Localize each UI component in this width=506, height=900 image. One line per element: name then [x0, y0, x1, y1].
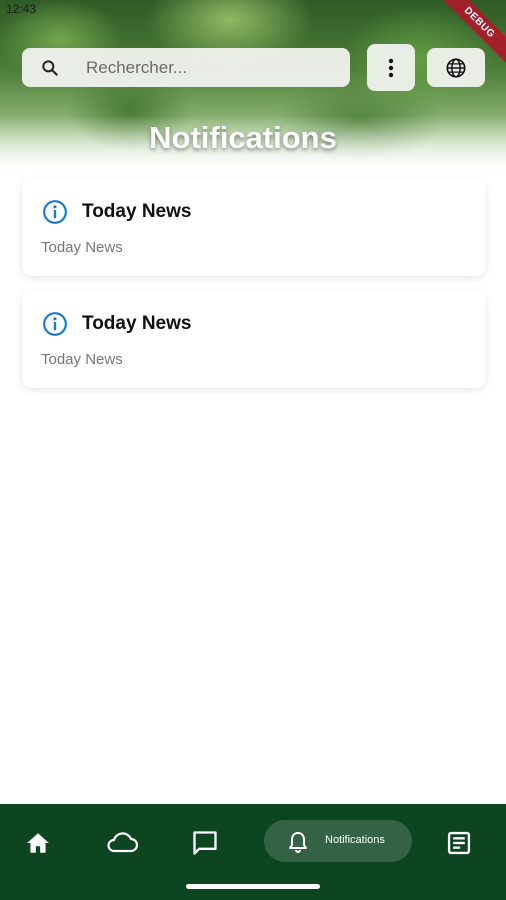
bell-icon: [289, 832, 307, 853]
nav-notifications[interactable]: Notifications: [264, 820, 412, 862]
search-bar[interactable]: [22, 48, 350, 87]
notification-title: Today News: [82, 313, 192, 334]
cloud-icon: [107, 832, 139, 853]
info-icon: [43, 200, 67, 224]
nav-weather[interactable]: [100, 822, 144, 864]
bottom-navigation: Notifications: [0, 804, 506, 900]
home-icon: [27, 833, 49, 853]
chat-icon: [193, 831, 217, 855]
page-title: Notifications: [149, 120, 337, 155]
home-indicator[interactable]: [186, 884, 320, 889]
notification-card[interactable]: Today News Today News: [22, 179, 486, 276]
notification-title: Today News: [82, 201, 192, 222]
nav-notifications-label: Notifications: [325, 834, 385, 846]
status-time: 12:43: [6, 2, 37, 16]
info-icon: [43, 312, 67, 336]
language-button[interactable]: [427, 48, 485, 87]
globe-icon: [446, 57, 466, 78]
more-vertical-icon: [388, 58, 394, 77]
notification-card[interactable]: Today News Today News: [22, 291, 486, 388]
notification-body: Today News: [41, 239, 123, 256]
article-icon: [447, 831, 471, 855]
search-input[interactable]: [86, 48, 336, 87]
nav-chat[interactable]: [183, 822, 227, 864]
more-options-button[interactable]: [367, 44, 415, 91]
search-icon: [42, 60, 58, 76]
nav-articles[interactable]: [437, 822, 481, 864]
notification-body: Today News: [41, 351, 123, 368]
nav-home[interactable]: [16, 822, 60, 864]
